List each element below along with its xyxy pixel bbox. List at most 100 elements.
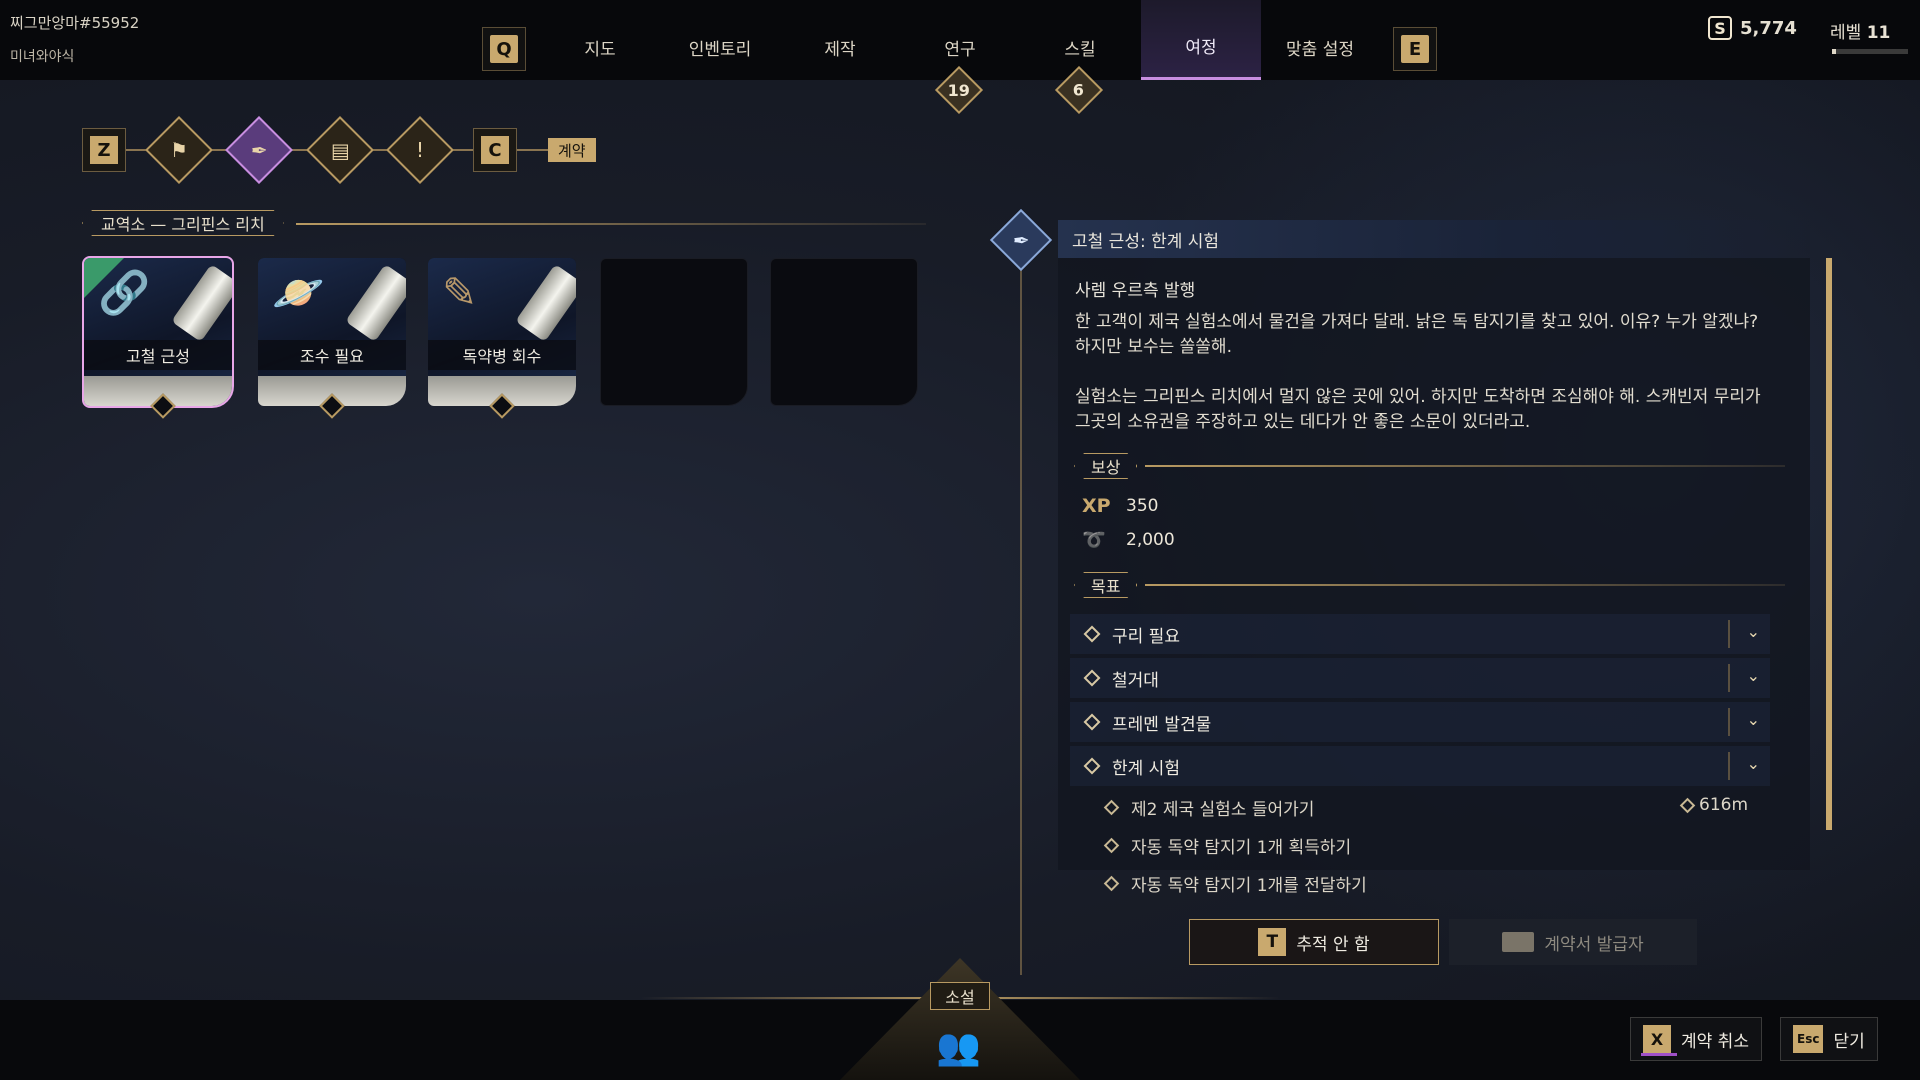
close-button[interactable]: Esc 닫기	[1780, 1017, 1878, 1061]
tab-journey-label: 여정	[1185, 38, 1217, 58]
c-key-label: C	[481, 136, 509, 164]
objective-row[interactable]: 한계 시험 ⌄	[1070, 746, 1770, 786]
tab-map-label: 지도	[584, 39, 616, 60]
tab-map[interactable]: 지도	[540, 0, 660, 80]
check-diamond-icon	[1083, 713, 1101, 731]
player-title: 미녀와야식	[10, 49, 75, 65]
task-item: 자동 독약 탐지기 1개를 전달하기	[1103, 870, 1367, 896]
waypoint-icon	[1679, 797, 1696, 813]
diamond-icon	[1103, 799, 1120, 815]
objectives-divider	[1145, 584, 1785, 586]
tab-customize[interactable]: 맞춤 설정	[1260, 0, 1380, 80]
untrack-button-label: 추적 안 함	[1296, 934, 1370, 955]
x-key-label: X	[1643, 1025, 1671, 1053]
bookmark-icon: ⚑	[170, 138, 188, 162]
chevron-down-icon[interactable]: ⌄	[1747, 754, 1760, 773]
tab-inventory[interactable]: 인벤토리	[660, 0, 780, 80]
objective-row[interactable]: 프레멘 발견물 ⌄	[1070, 702, 1770, 742]
pen-nib-icon: ✒	[250, 137, 268, 162]
tab-research-label: 연구	[944, 39, 976, 60]
nav-next-key[interactable]: E	[1393, 27, 1437, 71]
currency-display: S 5,774	[1708, 16, 1797, 40]
objective-row[interactable]: 구리 필요 ⌄	[1070, 614, 1770, 654]
check-diamond-icon	[1083, 625, 1101, 643]
objective-label: 철거대	[1112, 670, 1159, 691]
contract-description: 한 고객이 제국 실험소에서 물건을 가져다 달래. 낡은 독 탐지기를 찾고 …	[1075, 310, 1775, 460]
objective-separator	[1728, 664, 1730, 692]
close-label: 닫기	[1833, 1031, 1865, 1052]
t-key-label: T	[1258, 928, 1287, 956]
level-progress-fill	[1832, 49, 1836, 54]
skill-points: 6	[1073, 80, 1085, 100]
reward-value: 350	[1126, 496, 1159, 516]
description-paragraph: 한 고객이 제국 실험소에서 물건을 가져다 달래. 낡은 독 탐지기를 찾고 …	[1075, 312, 1759, 357]
breadcrumb-current: 계약	[548, 138, 596, 162]
task-item: 자동 독약 탐지기 1개 획득하기	[1103, 832, 1351, 858]
contract-issuer: 사렘 우르측 발행	[1075, 281, 1196, 301]
reward-value: 2,000	[1126, 529, 1175, 550]
contract-card-poison-vial[interactable]: ✎ 독약병 회수	[428, 258, 576, 406]
objective-label: 한계 시험	[1112, 758, 1180, 779]
player-name: 찌그만앙마#55952	[10, 14, 140, 32]
breadcrumb-prev-key[interactable]: Z	[82, 128, 126, 172]
e-key-label: E	[1401, 35, 1429, 63]
description-paragraph: 실험소는 그리핀스 리치에서 멀지 않은 곳에 있어. 하지만 도착하면 조심해…	[1075, 387, 1761, 432]
objective-row[interactable]: 철거대 ⌄	[1070, 658, 1770, 698]
xp-icon: XP	[1082, 495, 1111, 517]
people-icon: 👥	[936, 1027, 981, 1068]
tab-crafting-label: 제작	[824, 39, 856, 60]
diamond-icon	[1083, 757, 1101, 775]
untrack-button[interactable]: T 추적 안 함	[1189, 919, 1439, 965]
chevron-down-icon[interactable]: ⌄	[1747, 710, 1760, 729]
section-divider	[296, 223, 926, 225]
pen-nib-icon: ✒	[1012, 227, 1030, 252]
task-distance: 616m	[1679, 795, 1749, 815]
q-key-label: Q	[490, 35, 518, 63]
reward-scrap: ➰ 2,000	[1082, 528, 1175, 551]
chevron-down-icon[interactable]: ⌄	[1747, 666, 1760, 685]
nav-prev-key[interactable]: Q	[482, 27, 526, 71]
contract-card-label: 고철 근성	[84, 340, 232, 370]
diamond-icon	[1103, 875, 1120, 891]
rewards-divider	[1145, 465, 1785, 467]
z-key-label: Z	[90, 136, 118, 164]
task-item: 제2 제국 실험소 들어가기	[1103, 794, 1315, 820]
scrap-icon: ➰	[1082, 529, 1106, 551]
task-label: 자동 독약 탐지기 1개를 전달하기	[1131, 875, 1367, 896]
objective-separator	[1728, 620, 1730, 648]
tab-journey[interactable]: 여정	[1141, 0, 1261, 80]
cancel-contract-label: 계약 취소	[1681, 1031, 1749, 1052]
tab-crafting[interactable]: 제작	[780, 0, 900, 80]
check-diamond-icon	[1083, 669, 1101, 687]
task-label: 제2 제국 실험소 들어가기	[1131, 799, 1315, 820]
breadcrumb-next-key[interactable]: C	[473, 128, 517, 172]
tab-skills-label: 스킬	[1064, 39, 1096, 60]
contract-card-assistant[interactable]: 🪐 조수 필요	[258, 258, 406, 406]
section-title: 교역소 — 그리핀스 리치	[82, 210, 284, 236]
objective-label: 프레멘 발견물	[1112, 714, 1212, 735]
distance-value: 616m	[1699, 795, 1749, 815]
contract-issuer-button[interactable]: 계약서 발급자	[1449, 919, 1697, 965]
objectives-header: 목표	[1074, 572, 1137, 598]
alert-card-icon: !	[415, 138, 425, 162]
cancel-contract-button[interactable]: X 계약 취소	[1630, 1017, 1762, 1061]
currency-amount: 5,774	[1740, 17, 1797, 39]
contract-card-label: 조수 필요	[258, 340, 406, 370]
objective-separator	[1728, 708, 1730, 736]
contract-card-scrap-grit[interactable]: 🔗 고철 근성	[82, 256, 234, 408]
contract-card-empty	[770, 258, 918, 406]
tab-inventory-label: 인벤토리	[688, 39, 752, 60]
level-label: 레벨	[1830, 23, 1862, 43]
player-info: 찌그만앙마#55952 미녀와야식	[10, 12, 139, 66]
objective-separator	[1728, 752, 1730, 780]
planet-icon: 🪐	[272, 268, 325, 317]
spacebar-key-icon	[1502, 932, 1535, 952]
detail-scrollbar[interactable]	[1826, 258, 1832, 830]
currency-icon: S	[1708, 16, 1732, 40]
objective-label: 구리 필요	[1112, 626, 1180, 647]
contract-card-empty	[600, 258, 748, 406]
rewards-header: 보상	[1074, 453, 1137, 479]
chevron-down-icon[interactable]: ⌄	[1747, 622, 1760, 641]
level-display: 레벨 11	[1830, 18, 1890, 43]
novel-label: 소설	[930, 982, 990, 1010]
